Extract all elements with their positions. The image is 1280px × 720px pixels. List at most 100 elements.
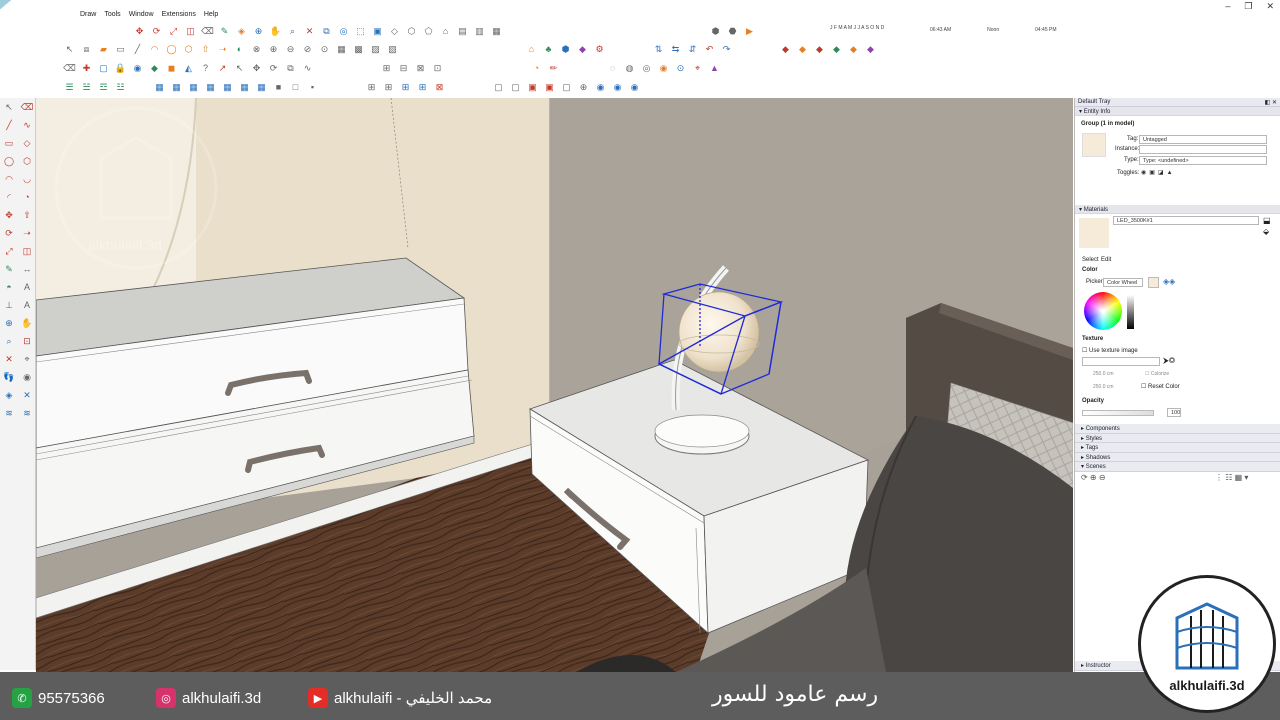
orbit-icon[interactable]: ⊕: [251, 25, 266, 39]
line-icon[interactable]: ╱: [130, 43, 145, 57]
minimize-icon[interactable]: –: [1225, 1, 1230, 12]
panel-styles[interactable]: ▸ Styles: [1075, 433, 1280, 443]
tab-edit[interactable]: Edit: [1101, 257, 1111, 263]
view-2-icon[interactable]: ▦: [169, 81, 184, 95]
table-5-icon[interactable]: ⊠: [432, 81, 447, 95]
smoove-icon[interactable]: ▩: [351, 43, 366, 57]
circle-icon[interactable]: ◯: [164, 43, 179, 57]
instagram-contact[interactable]: ◎ alkhulaifi.3d: [156, 688, 261, 708]
view-5-icon[interactable]: ▦: [220, 81, 235, 95]
view-3-icon[interactable]: ▦: [186, 81, 201, 95]
front-view-icon[interactable]: ⌂: [438, 25, 453, 39]
texture-path-input[interactable]: [1082, 357, 1160, 366]
grid-3-icon[interactable]: ⊠: [413, 62, 428, 76]
cube-icon[interactable]: ⬢: [558, 43, 573, 57]
round-corner-icon[interactable]: ◔: [529, 62, 544, 76]
view-1-icon[interactable]: ▦: [152, 81, 167, 95]
fredo-stretch-icon[interactable]: ◆: [846, 43, 861, 57]
texture-icon[interactable]: ◼: [164, 62, 179, 76]
entity-info-header[interactable]: ▾ Entity Info: [1075, 107, 1280, 116]
axes-tool-icon[interactable]: ⊥: [1, 297, 17, 313]
pointer-icon[interactable]: ↖: [232, 62, 247, 76]
subtract-icon[interactable]: ⊖: [283, 43, 298, 57]
pie-tool-icon[interactable]: ◔: [19, 189, 35, 205]
table-3-icon[interactable]: ⊞: [398, 81, 413, 95]
layout-2-icon[interactable]: ☱: [79, 81, 94, 95]
curve-icon[interactable]: ∿: [300, 62, 315, 76]
rotate-tool2-icon[interactable]: ⟳: [1, 225, 17, 241]
box-2-icon[interactable]: ▢: [508, 81, 523, 95]
union-icon[interactable]: ⊕: [266, 43, 281, 57]
match-color-icon[interactable]: ◈◈: [1163, 277, 1175, 286]
stamp-icon[interactable]: ▨: [368, 43, 383, 57]
rectangle-icon[interactable]: ▭: [113, 43, 128, 57]
paint-icon[interactable]: ◈: [234, 25, 249, 39]
brightness-slider[interactable]: [1127, 295, 1134, 329]
rect-tool-icon[interactable]: ▭: [1, 135, 17, 151]
pan-tool-icon[interactable]: ✋: [19, 315, 35, 331]
arc2-tool-icon[interactable]: ◡: [19, 171, 35, 187]
house-icon[interactable]: ⌂: [524, 43, 539, 57]
scale-icon[interactable]: ⤢: [166, 25, 181, 39]
tree-icon[interactable]: ♣: [541, 43, 556, 57]
zoom-window-icon[interactable]: ⊡: [19, 333, 35, 349]
grid-4-icon[interactable]: ⊡: [430, 62, 445, 76]
box-3-icon[interactable]: ▣: [525, 81, 540, 95]
gear-icon[interactable]: ⚙: [592, 43, 607, 57]
rotate-icon[interactable]: ⟳: [149, 25, 164, 39]
view-6-icon[interactable]: ▦: [237, 81, 252, 95]
outer-shell-icon[interactable]: ◐: [232, 43, 247, 57]
shaded-icon[interactable]: ▣: [370, 25, 385, 39]
whatsapp-contact[interactable]: ✆ 95575366: [12, 688, 105, 708]
drape-icon[interactable]: ▧: [385, 43, 400, 57]
offset-icon[interactable]: ◫: [183, 25, 198, 39]
table-2-icon[interactable]: ⊞: [381, 81, 396, 95]
texture-width[interactable]: 250.0 cm: [1093, 371, 1114, 377]
zoom-icon[interactable]: ⌕: [285, 25, 300, 39]
use-texture-checkbox[interactable]: ☐ Use texture image: [1082, 347, 1138, 354]
move-tool2-icon[interactable]: ✥: [1, 207, 17, 223]
help-icon[interactable]: ?: [198, 62, 213, 76]
position-camera-icon[interactable]: ⌖: [19, 351, 35, 367]
fredo-shear-icon[interactable]: ◆: [829, 43, 844, 57]
orbit-tool-icon[interactable]: ⊕: [1, 315, 17, 331]
lookaround-icon[interactable]: ◉: [19, 369, 35, 385]
youtube-contact[interactable]: ▶ alkhulaifi - محمد الخليفي: [308, 688, 492, 708]
pencil-icon[interactable]: ✏: [546, 62, 561, 76]
zoom-ext-tool-icon[interactable]: ✕: [1, 351, 17, 367]
circle-tool-icon[interactable]: ◯: [1, 153, 17, 169]
lock-icon[interactable]: 🔒: [113, 62, 128, 76]
iso-icon[interactable]: ⬡: [404, 25, 419, 39]
erase-icon[interactable]: ⌫: [200, 25, 215, 39]
panel-components[interactable]: ▸ Components: [1075, 424, 1280, 434]
view-4-icon[interactable]: ▦: [203, 81, 218, 95]
zoom-extents-icon[interactable]: ✕: [302, 25, 317, 39]
box-6-icon[interactable]: ⊕: [576, 81, 591, 95]
panel-tags[interactable]: ▸ Tags: [1075, 443, 1280, 453]
box-7-icon[interactable]: ◉: [593, 81, 608, 95]
opacity-slider[interactable]: [1082, 410, 1154, 416]
components-icon[interactable]: ◇: [387, 25, 402, 39]
section-fill-icon[interactable]: ✕: [19, 387, 35, 403]
tape-measure-icon[interactable]: ⌖: [690, 62, 705, 76]
line-tool-icon[interactable]: ╱: [1, 117, 17, 133]
3d-warehouse-icon[interactable]: ⬢: [708, 25, 723, 39]
align-icon[interactable]: ⇵: [685, 43, 700, 57]
fredo-bend-icon[interactable]: ◆: [812, 43, 827, 57]
split-icon[interactable]: ⊙: [317, 43, 332, 57]
flip-icon[interactable]: ⇆: [668, 43, 683, 57]
menu-tools[interactable]: Tools: [104, 11, 120, 18]
colorize-checkbox[interactable]: ☐ Colorize: [1145, 371, 1169, 377]
push-pull-icon[interactable]: ⇧: [198, 43, 213, 57]
menu-extensions[interactable]: Extensions: [162, 11, 196, 18]
back-view-icon[interactable]: ▥: [472, 25, 487, 39]
hidden-line-icon[interactable]: ⬚: [353, 25, 368, 39]
eraser-icon[interactable]: ⌫: [19, 99, 35, 115]
table-4-icon[interactable]: ⊞: [415, 81, 430, 95]
texture-height[interactable]: 250.0 cm: [1093, 384, 1114, 390]
draw-line-icon[interactable]: ↗: [215, 62, 230, 76]
box-5-icon[interactable]: ▢: [559, 81, 574, 95]
paint-bucket-icon[interactable]: ▰: [96, 43, 111, 57]
select-box-icon[interactable]: ▢: [96, 62, 111, 76]
section-tool-icon[interactable]: ◈: [1, 387, 17, 403]
